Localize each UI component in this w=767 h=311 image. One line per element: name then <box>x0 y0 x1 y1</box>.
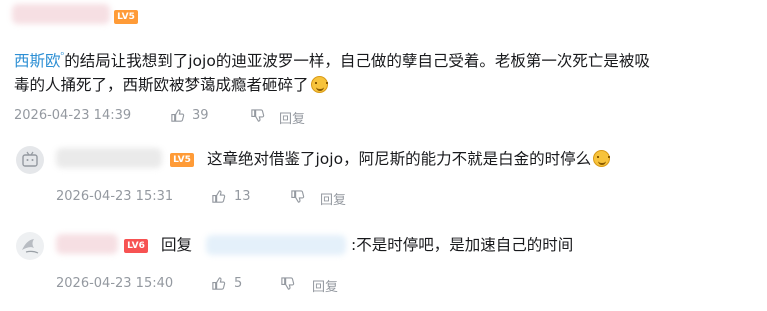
dislike-icon[interactable] <box>250 108 265 128</box>
reply-prefix: 回复 <box>161 236 193 254</box>
reply-button[interactable]: 回复 <box>312 276 338 295</box>
mentioned-user-blurred[interactable] <box>206 235 346 255</box>
level-badge: LV6 <box>124 239 148 253</box>
like-count: 5 <box>234 276 243 291</box>
dislike-icon[interactable] <box>280 276 295 296</box>
username-blurred[interactable] <box>12 4 110 24</box>
comment-text-1: 的结局让我想到了jojo的迪亚波罗一样，自己做的孽自己受着。老板第一次死亡是被吸 <box>64 52 650 70</box>
username-blurred[interactable] <box>56 234 118 254</box>
avatar[interactable] <box>16 146 44 174</box>
thumbs-up-icon[interactable] <box>170 108 185 128</box>
comment-line-2: 毒的人捅死了，西斯欧被梦蔼成瘾者砸碎了 <box>14 70 328 100</box>
comment-text-2: 毒的人捅死了，西斯欧被梦蔼成瘾者砸碎了 <box>14 76 309 94</box>
reply-text: :不是时停吧，是加速自己的时间 <box>351 236 574 254</box>
thumbs-up-icon[interactable] <box>211 276 226 296</box>
like-count: 39 <box>192 108 209 123</box>
comment-timestamp: 2026-04-23 14:39 <box>14 108 132 123</box>
reply-line: 这章绝对借鉴了jojo，阿尼斯的能力不就是白金的时停么 <box>207 144 611 174</box>
level-badge: LV5 <box>170 153 194 167</box>
like-count: 13 <box>234 189 251 204</box>
laughing-emoji-icon <box>310 76 328 93</box>
reply-timestamp: 2026-04-23 15:31 <box>56 189 174 204</box>
dislike-icon[interactable] <box>290 189 305 209</box>
reply-timestamp: 2026-04-23 15:40 <box>56 276 174 291</box>
thumbs-up-icon[interactable] <box>211 189 226 209</box>
mention-link[interactable]: 西斯欧 <box>14 52 61 70</box>
reply-button[interactable]: 回复 <box>320 189 346 208</box>
reply-text: 这章绝对借鉴了jojo，阿尼斯的能力不就是白金的时停么 <box>207 150 592 168</box>
username-blurred[interactable] <box>56 148 162 168</box>
laughing-emoji-icon <box>593 150 611 167</box>
avatar[interactable] <box>16 232 44 260</box>
reply-button[interactable]: 回复 <box>279 108 305 127</box>
level-badge: LV5 <box>114 10 138 24</box>
